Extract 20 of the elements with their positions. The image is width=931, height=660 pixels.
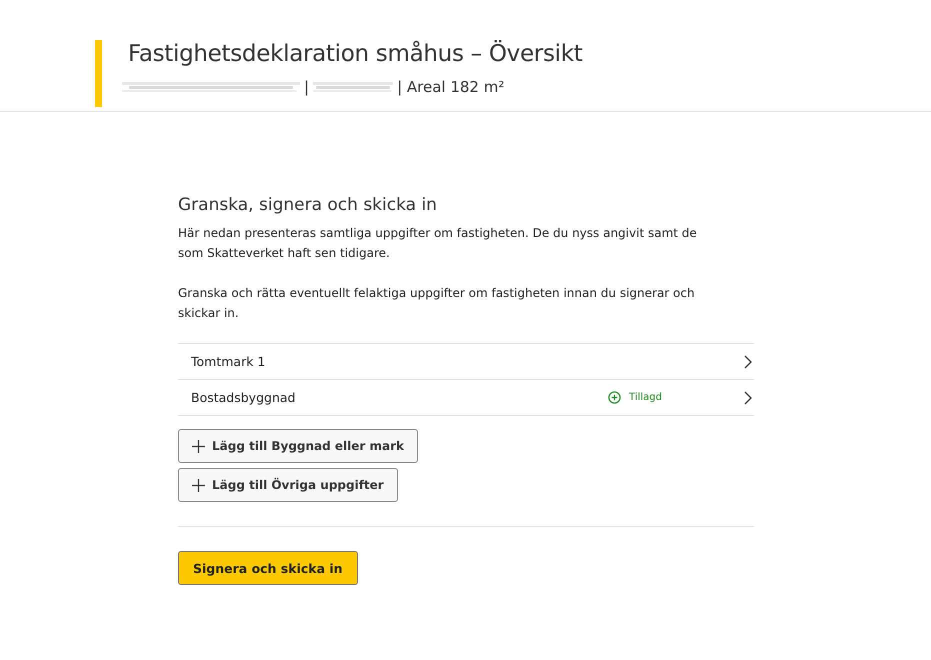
list-item[interactable]: Tomtmark 1 [178,344,754,380]
area-text: | Areal 182 m² [397,78,504,96]
intro-paragraph: Granska och rätta eventuellt felaktiga uppgifter om fastigheten innan du signerar och skickar in. [178,285,696,322]
chevron-right-icon [744,390,752,404]
intro-paragraph: Här nedan presenteras samtliga uppgifter om fastigheten. De du nyss angivit samt de som Skatteverket haft sen tidigare. [178,225,698,262]
list-item[interactable]: Bostadsbyggnad Tillagd [178,380,754,416]
item-label: Tomtmark 1 [191,354,266,369]
accent-bar [95,40,102,107]
area-text: | [304,78,310,96]
plus-icon [192,478,205,492]
submit-button[interactable]: Signera och skicka in [178,551,358,585]
section-heading: Granska, signera och skicka in [178,195,438,215]
plus-icon [192,440,205,452]
add-button[interactable]: Lägg till Byggnad eller mark [178,429,418,463]
add-button[interactable]: Lägg till Övriga uppgifter [178,468,398,502]
plus-circle-icon [608,391,622,404]
status-label: Tillagd [629,392,662,403]
item-label: Bostadsbyggnad [191,390,296,405]
chevron-right-icon [744,354,752,368]
page-title: Fastighetsdeklaration småhus – Översikt [128,40,582,68]
